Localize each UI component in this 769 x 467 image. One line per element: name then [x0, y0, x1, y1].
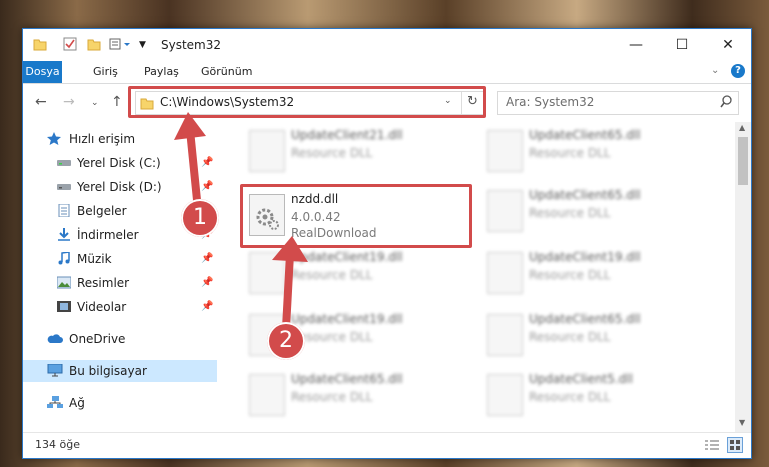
step-marker-1: 1 — [181, 199, 219, 237]
sidebar-item-label: Resimler — [77, 276, 130, 290]
pin-icon[interactable]: 📌 — [201, 296, 213, 318]
maximize-button[interactable]: ☐ — [659, 29, 705, 61]
file-item[interactable]: UpdateClient19.dll Resource DLL — [483, 248, 713, 300]
file-description: Resource DLL — [291, 390, 373, 404]
file-item[interactable]: UpdateClient21.dll Resource DLL — [245, 126, 475, 178]
sidebar-item-pictures[interactable]: Resimler 📌 — [23, 272, 217, 294]
dll-file-icon — [249, 374, 285, 416]
expand-ribbon-icon[interactable]: ⌄ — [711, 65, 719, 76]
file-name: UpdateClient5.dll — [529, 372, 633, 386]
file-description: Resource DLL — [291, 146, 373, 160]
title-bar: ▼ System32 — ☐ ✕ — [23, 29, 751, 61]
sidebar-item-label: Yerel Disk (C:) — [77, 156, 161, 170]
dll-file-icon — [487, 130, 523, 172]
file-item[interactable]: UpdateClient65.dll Resource DLL — [245, 370, 475, 422]
dll-file-icon — [487, 252, 523, 294]
properties-icon[interactable] — [63, 37, 77, 51]
sidebar-item-this-pc[interactable]: Bu bilgisayar — [23, 360, 217, 382]
tab-file[interactable]: Dosya — [23, 61, 62, 83]
file-name: UpdateClient19.dll — [529, 250, 641, 264]
recent-locations-icon[interactable]: ⌄ — [91, 98, 99, 108]
file-description: Resource DLL — [529, 390, 611, 404]
search-box[interactable]: Ara: System32 — [497, 91, 739, 115]
tab-view[interactable]: Görünüm — [191, 61, 262, 83]
dll-file-icon — [487, 374, 523, 416]
up-arrow-icon[interactable]: ↑ — [111, 94, 123, 110]
forward-arrow-icon[interactable]: → — [63, 94, 75, 110]
dll-file-icon — [487, 190, 523, 232]
star-icon — [47, 132, 61, 145]
item-count: 134 öğe — [35, 438, 80, 451]
sidebar-item-music[interactable]: Müzik 📌 — [23, 248, 217, 270]
scroll-up-icon[interactable]: ▲ — [739, 123, 745, 132]
file-item[interactable]: UpdateClient65.dll Resource DLL — [483, 186, 713, 238]
file-description: Resource DLL — [529, 146, 611, 160]
folder-icon — [33, 37, 47, 51]
arrow-to-file-icon — [272, 236, 308, 332]
drive-icon — [57, 156, 71, 169]
tab-home[interactable]: Giriş — [83, 61, 128, 83]
sidebar-item-network[interactable]: Ağ — [23, 392, 217, 414]
ribbon-tabs: Dosya Giriş Paylaş Görünüm ⌄ ? — [23, 61, 751, 84]
sidebar-item-onedrive[interactable]: OneDrive — [23, 328, 217, 350]
help-icon[interactable]: ? — [731, 64, 745, 78]
file-name: UpdateClient21.dll — [291, 128, 403, 142]
music-icon — [57, 252, 71, 265]
sidebar-item-label: Yerel Disk (D:) — [77, 180, 162, 194]
sidebar-item-label: İndirmeler — [77, 228, 139, 242]
sidebar-item-label: Belgeler — [77, 204, 127, 218]
sidebar-item-label: Hızlı erişim — [69, 132, 136, 146]
search-input[interactable]: Ara: System32 — [506, 95, 594, 109]
tab-share[interactable]: Paylaş — [134, 61, 189, 83]
scrollbar-thumb[interactable] — [738, 137, 748, 185]
videos-icon — [57, 300, 71, 313]
customize-toolbar-icon[interactable]: ▼ — [139, 40, 146, 50]
dll-file-icon — [249, 130, 285, 172]
view-options-icon[interactable] — [109, 37, 131, 51]
vertical-scrollbar[interactable]: ▲ ▼ — [735, 122, 751, 432]
file-description: Resource DLL — [529, 268, 611, 282]
file-item[interactable]: UpdateClient65.dll Resource DLL — [483, 126, 713, 178]
sidebar-item-label: Müzik — [77, 252, 112, 266]
sidebar-item-label: Ağ — [69, 396, 85, 410]
status-bar: 134 öğe — [23, 432, 751, 458]
file-name: UpdateClient65.dll — [529, 188, 641, 202]
window-title: System32 — [161, 38, 222, 52]
file-item[interactable]: UpdateClient65.dll Resource DLL — [483, 310, 713, 362]
back-arrow-icon[interactable]: ← — [35, 94, 47, 110]
step-marker-2: 2 — [267, 322, 305, 360]
file-name: UpdateClient65.dll — [529, 312, 641, 326]
pictures-icon — [57, 276, 71, 289]
sidebar-item-label: Bu bilgisayar — [69, 364, 147, 378]
close-button[interactable]: ✕ — [705, 29, 751, 61]
large-icons-view-icon[interactable] — [727, 437, 743, 453]
sidebar-item-label: OneDrive — [69, 332, 126, 346]
scroll-down-icon[interactable]: ▼ — [739, 418, 745, 427]
minimize-button[interactable]: — — [613, 29, 659, 61]
computer-icon — [47, 364, 63, 377]
network-icon — [47, 396, 63, 409]
documents-icon — [57, 204, 71, 217]
file-description: Resource DLL — [529, 206, 611, 220]
pin-icon[interactable]: 📌 — [201, 248, 213, 270]
file-name: UpdateClient65.dll — [291, 372, 403, 386]
drive-icon — [57, 180, 71, 193]
sidebar-item-videos[interactable]: Videolar 📌 — [23, 296, 217, 318]
file-item[interactable]: UpdateClient5.dll Resource DLL — [483, 370, 713, 422]
downloads-icon — [57, 228, 71, 241]
file-description: Resource DLL — [529, 330, 611, 344]
new-folder-icon[interactable] — [87, 37, 101, 51]
sidebar-item-label: Videolar — [77, 300, 127, 314]
details-view-icon[interactable] — [705, 439, 719, 451]
pin-icon[interactable]: 📌 — [201, 272, 213, 294]
onedrive-icon — [47, 332, 63, 345]
file-name: UpdateClient65.dll — [529, 128, 641, 142]
dll-file-icon — [487, 314, 523, 356]
search-icon[interactable] — [720, 95, 732, 109]
